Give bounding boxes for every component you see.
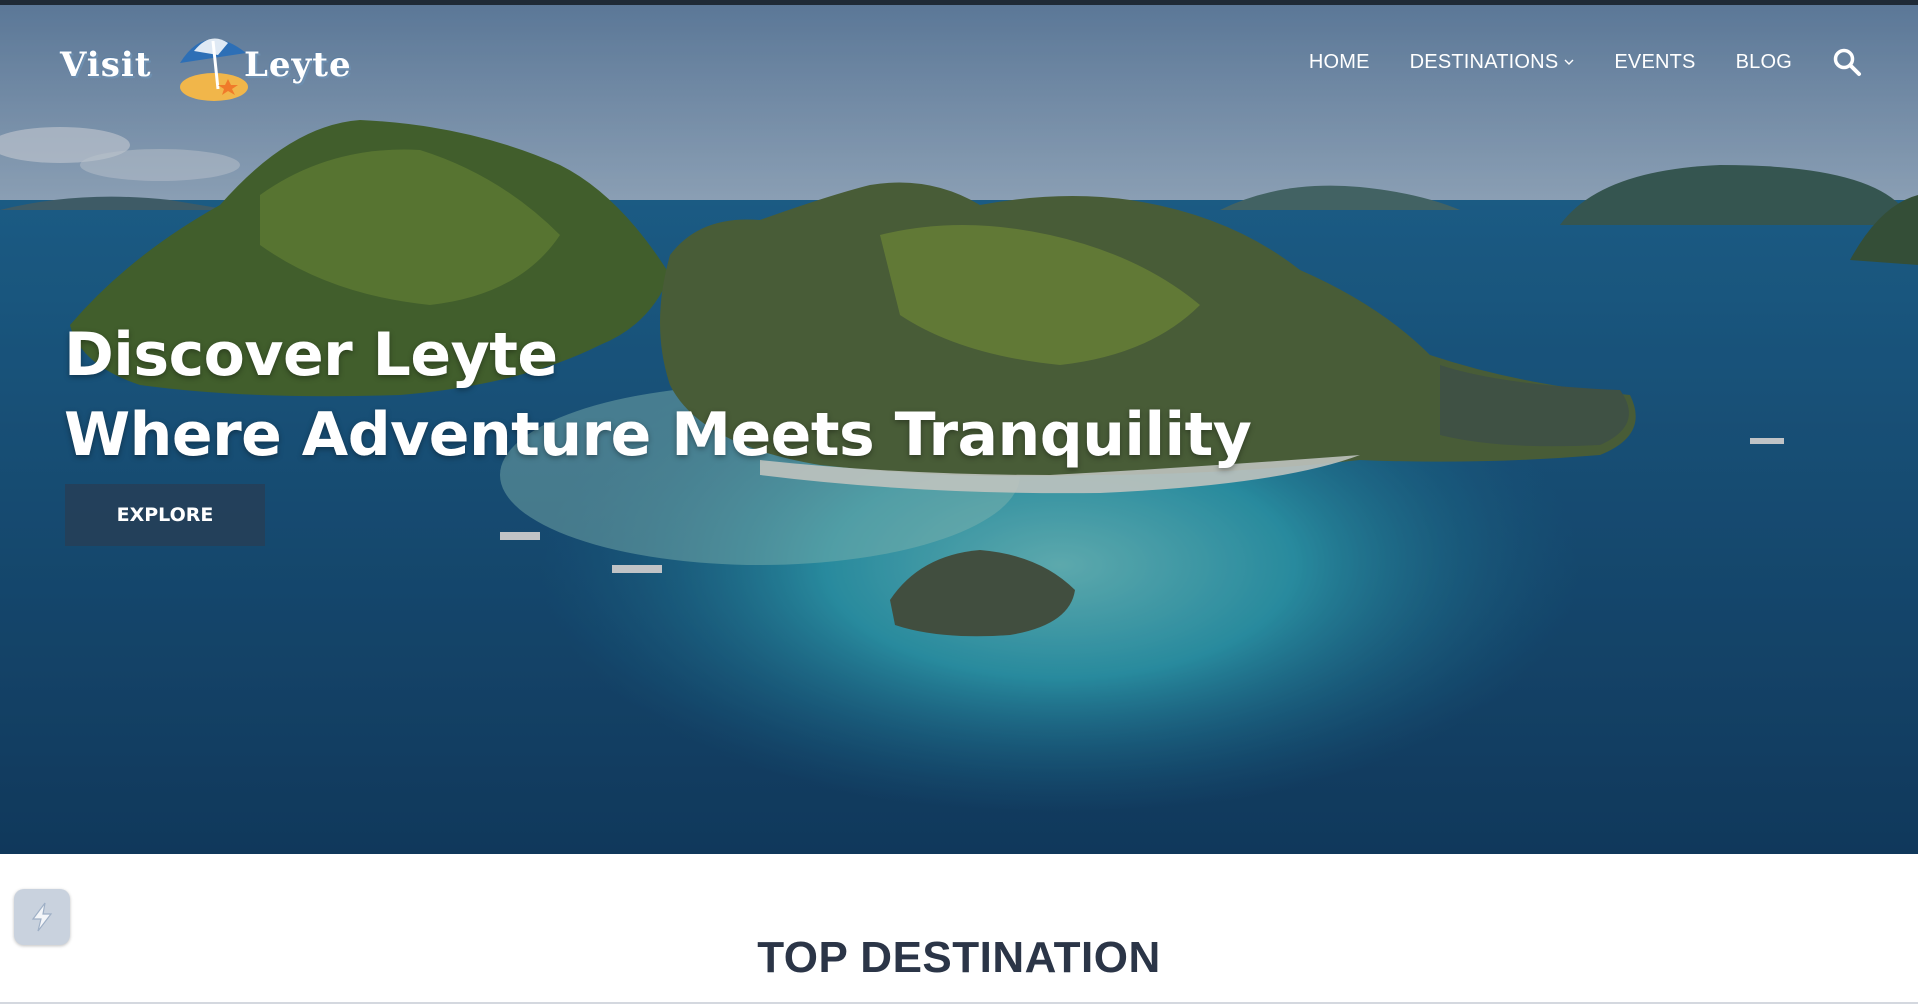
hero-title-line-1: Discover Leyte bbox=[64, 320, 558, 390]
nav-item-label: BLOG bbox=[1735, 50, 1792, 73]
main-navigation: HOME DESTINATIONS EVENTS BLOG bbox=[1269, 47, 1862, 77]
nav-item-label: EVENTS bbox=[1614, 50, 1696, 73]
search-icon[interactable] bbox=[1832, 47, 1862, 77]
hero-title: Discover Leyte Where Adventure Meets Tra… bbox=[64, 315, 1252, 475]
section-divider bbox=[0, 1002, 1918, 1004]
nav-item-label: DESTINATIONS bbox=[1409, 50, 1559, 73]
logo-text-leyte: Leyte bbox=[244, 45, 352, 85]
chevron-down-icon bbox=[1564, 59, 1574, 65]
nav-item-label: HOME bbox=[1308, 50, 1370, 73]
hero-title-line-2: Where Adventure Meets Tranquility bbox=[64, 400, 1252, 470]
nav-item-events[interactable]: EVENTS bbox=[1614, 51, 1695, 74]
beach-umbrella-icon bbox=[180, 38, 248, 101]
logo-text-visit: Visit bbox=[60, 45, 152, 85]
nav-item-blog[interactable]: BLOG bbox=[1736, 51, 1792, 74]
nav-item-destinations[interactable]: DESTINATIONS bbox=[1410, 51, 1575, 74]
explore-button[interactable]: EXPLORE bbox=[65, 484, 265, 546]
hero-banner: Visit Leyte HOME DESTINATIONS EVENTS BLO… bbox=[0, 5, 1918, 854]
nav-item-home[interactable]: HOME bbox=[1309, 51, 1370, 74]
section-title: TOP DESTINATION bbox=[757, 933, 1161, 982]
site-logo[interactable]: Visit Leyte bbox=[58, 23, 368, 105]
